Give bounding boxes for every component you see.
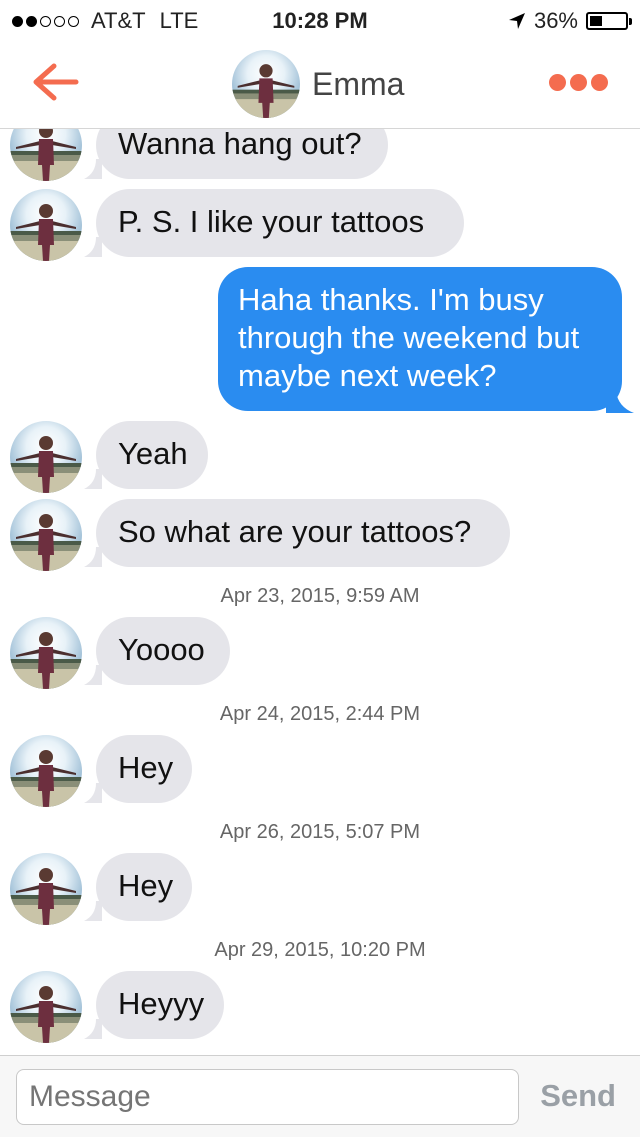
bubble-tail — [84, 469, 102, 489]
bubble-tail — [606, 391, 634, 413]
message-text: Hey — [118, 750, 174, 785]
bubble-tail — [84, 547, 102, 567]
incoming-message[interactable]: Heyyy — [96, 971, 224, 1039]
avatar — [10, 499, 82, 571]
message-text: So what are your tattoos? — [118, 514, 472, 549]
avatar — [10, 189, 82, 261]
incoming-message[interactable]: Hey — [96, 735, 192, 803]
timestamp: Apr 29, 2015, 10:20 PM — [214, 939, 426, 961]
incoming-message[interactable]: Yoooo — [96, 617, 230, 685]
bubble-tail — [84, 237, 102, 257]
message-text-line: Haha thanks. I'm busy — [238, 282, 544, 317]
message-text: Yoooo — [118, 632, 205, 667]
incoming-message[interactable]: Hey — [96, 853, 192, 921]
send-button[interactable]: Send — [540, 1078, 616, 1114]
location-arrow-icon — [508, 13, 525, 29]
incoming-message[interactable]: P. S. I like your tattoos — [96, 189, 464, 257]
avatar — [10, 617, 82, 689]
message-text: Hey — [118, 868, 174, 903]
message-input[interactable] — [16, 1069, 519, 1125]
contact-name: Emma — [312, 65, 405, 102]
status-bar: AT&T LTE 10:28 PM 36% — [0, 0, 640, 40]
bubble-tail — [84, 901, 102, 921]
avatar — [10, 971, 82, 1043]
avatar — [10, 421, 82, 493]
incoming-message[interactable]: Yeah — [96, 421, 208, 489]
more-options-icon[interactable] — [549, 74, 608, 91]
avatar — [232, 50, 300, 118]
back-arrow-icon[interactable] — [30, 62, 80, 102]
avatar — [10, 853, 82, 925]
status-right: 36% — [508, 8, 632, 34]
message-text-line: maybe next week? — [238, 358, 497, 393]
message-list[interactable]: Wanna hang out? P. S. I like your tattoo… — [0, 129, 640, 1055]
message-text-line: through the weekend but — [238, 320, 580, 355]
incoming-message[interactable]: Wanna hang out? — [96, 129, 388, 179]
timestamp: Apr 24, 2015, 2:44 PM — [219, 703, 421, 725]
conversation-header[interactable]: Emma — [232, 50, 404, 118]
message-text: Wanna hang out? — [118, 129, 362, 161]
bubble-tail — [84, 783, 102, 803]
message-text: P. S. I like your tattoos — [118, 204, 425, 239]
bubble-tail — [84, 1019, 102, 1039]
avatar — [10, 735, 82, 807]
message-composer: Send — [0, 1055, 640, 1137]
bubble-tail — [84, 159, 102, 179]
incoming-message[interactable]: So what are your tattoos? — [96, 499, 510, 567]
timestamp: Apr 23, 2015, 9:59 AM — [220, 585, 420, 607]
message-text: Heyyy — [118, 986, 205, 1021]
outgoing-message[interactable]: Haha thanks. I'm busy through the weeken… — [218, 267, 622, 411]
timestamp: Apr 26, 2015, 5:07 PM — [219, 821, 421, 843]
avatar — [10, 129, 82, 181]
message-text: Yeah — [118, 436, 188, 471]
navigation-bar: Emma — [0, 40, 640, 129]
bubble-tail — [84, 665, 102, 685]
battery-percent: 36% — [533, 8, 578, 33]
battery-icon — [586, 12, 632, 30]
